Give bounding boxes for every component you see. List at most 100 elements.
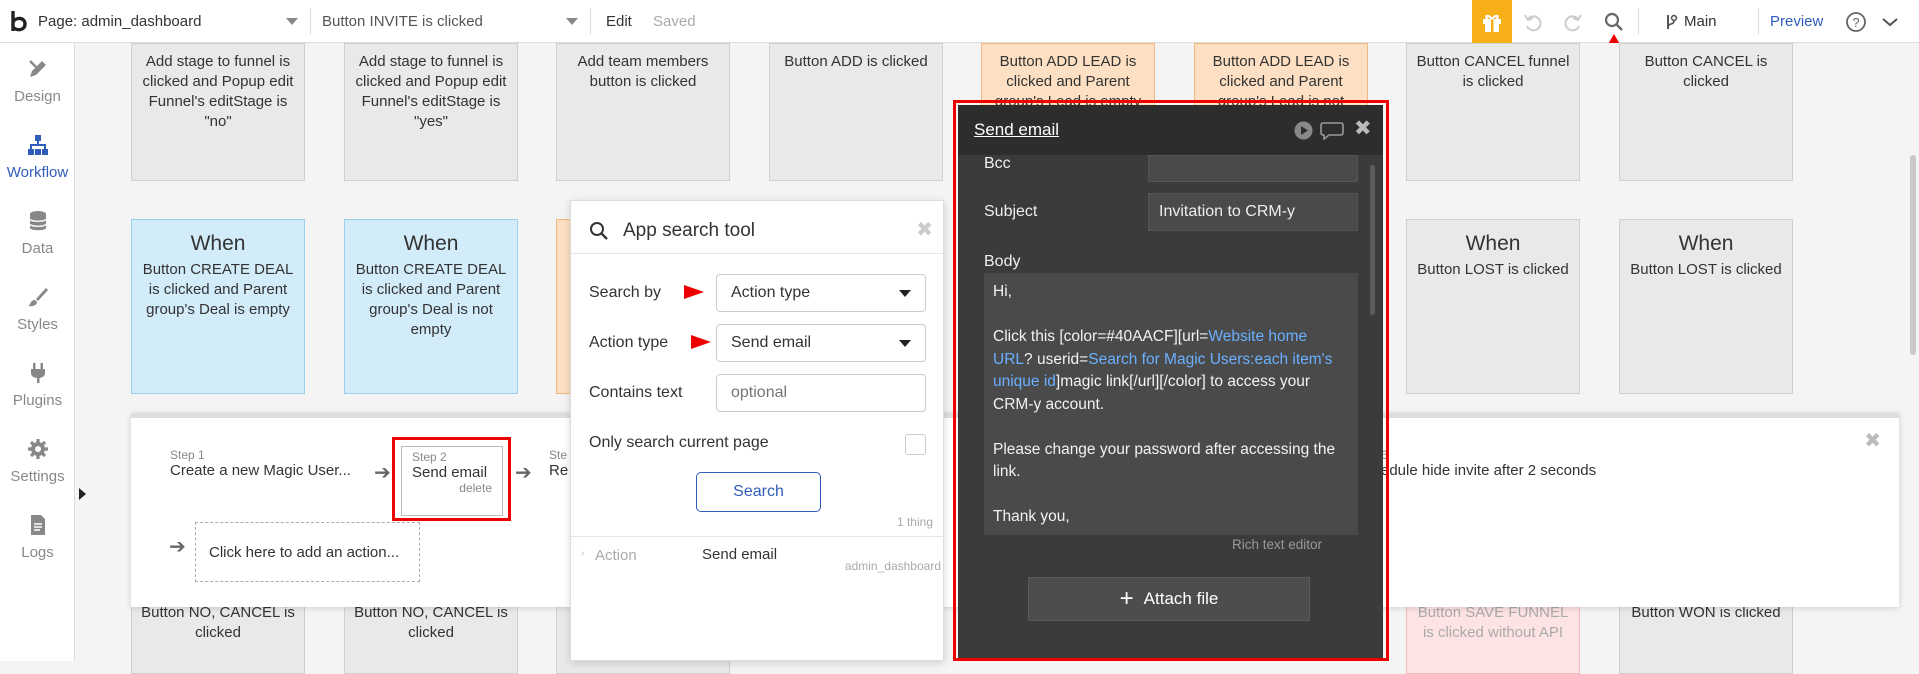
workflow-icon [27, 134, 48, 155]
search-by-select[interactable]: Action type [716, 274, 926, 312]
sidebar-item-design[interactable]: Design [0, 43, 75, 119]
result-name: Send email [702, 546, 778, 563]
close-icon[interactable]: ✖ [916, 217, 933, 242]
event-card-text: Button CREATE DEAL is clicked and Parent… [142, 261, 294, 318]
event-card[interactable]: When Button LOST is clicked [1619, 219, 1793, 394]
when-label: When [1465, 232, 1521, 255]
sidebar-item-label: Design [14, 87, 61, 105]
event-card[interactable]: Button CANCEL is clicked [1619, 43, 1793, 181]
sidebar-item-label: Logs [21, 543, 54, 561]
top-bar: Page: admin_dashboard Button INVITE is c… [0, 0, 1919, 43]
divider [310, 8, 311, 35]
add-action-button[interactable]: Click here to add an action... [195, 522, 420, 582]
when-label: When [190, 232, 246, 255]
app-search-tool: App search tool ✖ Search by Action type … [570, 200, 945, 661]
sidebar-item-label: Plugins [12, 391, 63, 409]
chevron-down-icon[interactable] [1881, 0, 1899, 43]
only-current-checkbox[interactable] [905, 434, 926, 455]
sidebar-item-workflow[interactable]: Workflow [0, 119, 75, 195]
event-card[interactable]: Button CANCEL funnel is clicked [1406, 43, 1580, 181]
page-selector-label: Page: admin_dashboard [38, 13, 202, 30]
sidebar-item-label: Data [21, 239, 54, 257]
event-card-text: Button CREATE DEAL is clicked and Parent… [355, 261, 507, 338]
sidebar-item-label: Settings [10, 467, 65, 485]
sidebar: Design Workflow Data Styles Plugins Sett… [0, 43, 75, 661]
expand-arrow-icon[interactable] [79, 488, 86, 500]
sidebar-item-plugins[interactable]: Plugins [0, 347, 75, 423]
select-value: Action type [731, 284, 811, 301]
event-card[interactable]: When Button CREATE DEAL is clicked and P… [344, 219, 518, 394]
divider [1638, 8, 1639, 35]
redo-icon[interactable] [1562, 0, 1584, 43]
step-label: Ste [549, 448, 568, 462]
only-current-label: Only search current page [589, 434, 769, 451]
design-icon [28, 59, 46, 77]
chevron-down-icon [566, 18, 578, 25]
bubble-logo-icon[interactable] [8, 0, 30, 43]
event-card[interactable]: Add stage to funnel is clicked and Popup… [344, 43, 518, 181]
help-icon[interactable]: ? [1845, 0, 1867, 43]
sidebar-item-logs[interactable]: Logs [0, 499, 75, 575]
close-icon[interactable]: ✖ [1864, 428, 1881, 453]
saved-status: Saved [653, 13, 696, 30]
event-card-text: Button LOST is clicked [1417, 261, 1569, 278]
search-by-label: Search by [589, 284, 662, 301]
select-value: Send email [731, 334, 812, 351]
preview-link[interactable]: Preview [1770, 0, 1823, 43]
event-card[interactable]: Add team members button is clicked [556, 43, 730, 181]
search-icon [589, 221, 609, 246]
result-type: Action [595, 547, 637, 564]
when-label: When [403, 232, 459, 255]
branch-icon [1667, 14, 1678, 29]
gift-icon [1483, 14, 1501, 32]
event-card[interactable]: When Button CREATE DEAL is clicked and P… [131, 219, 305, 394]
step-1[interactable]: Step 1 Create a new Magic User... [170, 448, 351, 479]
branch-selector[interactable]: Main [1664, 0, 1717, 43]
event-card[interactable]: Button ADD is clicked [769, 43, 943, 181]
event-card-text: Button LOST is clicked [1630, 261, 1782, 278]
page-selector[interactable]: Page: admin_dashboard [38, 0, 308, 43]
chevron-down-icon [899, 289, 911, 297]
step-title: edule hide invite after 2 seconds [1381, 462, 1597, 479]
step-3[interactable]: Ste Re [549, 448, 568, 479]
step-6[interactable]: 6 edule hide invite after 2 seconds [1381, 448, 1596, 479]
divider [590, 8, 591, 35]
result-page: admin_dashboard [844, 559, 941, 573]
divider [571, 253, 945, 254]
arrow-right-icon: ➔ [374, 462, 391, 484]
gift-button[interactable] [1472, 0, 1512, 43]
sidebar-item-settings[interactable]: Settings [0, 423, 75, 499]
result-count: 1 thing [896, 515, 933, 529]
search-result-row[interactable]: › Action Send email admin_dashboard [571, 537, 945, 579]
document-icon [30, 514, 45, 535]
brush-icon [27, 287, 48, 306]
search-button[interactable]: Search [696, 472, 821, 512]
branch-label: Main [1684, 13, 1717, 30]
svg-text:?: ? [1852, 15, 1859, 30]
step-title: Create a new Magic User... [170, 462, 351, 479]
event-card[interactable]: Add stage to funnel is clicked and Popup… [131, 43, 305, 181]
step-label: Step 1 [170, 448, 205, 462]
scrollbar[interactable] [1910, 155, 1916, 355]
panel-title: App search tool [623, 220, 756, 241]
workflow-selector-label: Button INVITE is clicked [322, 13, 483, 30]
workflow-selector[interactable]: Button INVITE is clicked [322, 0, 582, 43]
event-card[interactable]: When Button LOST is clicked [1406, 219, 1580, 394]
chevron-down-icon [286, 18, 298, 25]
undo-icon[interactable] [1522, 0, 1544, 43]
step-title: Re [549, 462, 569, 479]
sidebar-item-label: Styles [17, 315, 58, 333]
divider [1758, 8, 1759, 35]
sidebar-item-data[interactable]: Data [0, 195, 75, 271]
annotation-arrow-icon [684, 285, 704, 299]
highlight-box [392, 437, 511, 521]
edit-menu[interactable]: Edit [606, 0, 632, 43]
action-type-label: Action type [589, 334, 669, 351]
action-type-select[interactable]: Send email [716, 324, 926, 362]
chevron-right-icon: › [581, 548, 585, 559]
contains-text-input[interactable] [716, 374, 926, 412]
highlight-box [953, 100, 1389, 661]
sidebar-item-label: Workflow [6, 163, 69, 181]
chevron-down-icon [899, 339, 911, 347]
sidebar-item-styles[interactable]: Styles [0, 271, 75, 347]
